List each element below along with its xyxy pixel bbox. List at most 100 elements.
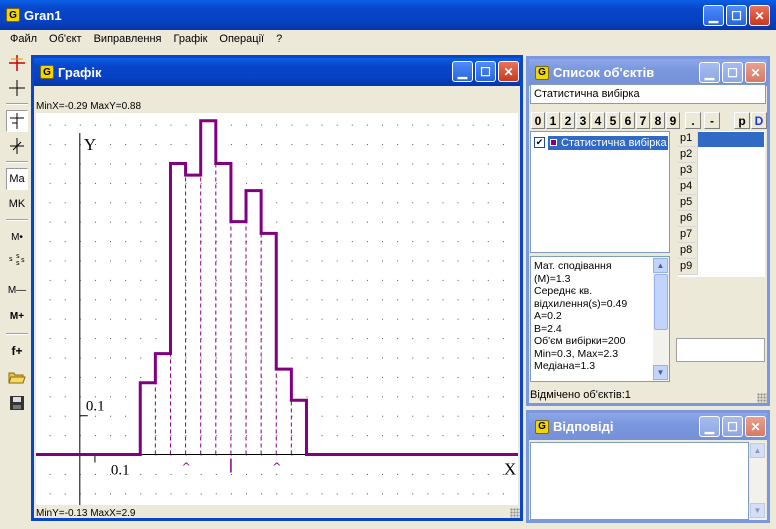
objects-close-button[interactable]: ✕	[745, 62, 766, 83]
answers-scroll-up-icon[interactable]: ▲	[750, 443, 765, 458]
vertical-cross-icon[interactable]	[6, 135, 28, 157]
grid-dot	[397, 493, 399, 495]
open-folder-icon[interactable]	[6, 366, 28, 388]
dot-button[interactable]: .	[685, 112, 701, 129]
digit-button-2[interactable]: 2	[561, 112, 575, 129]
menu-file[interactable]: Файл	[4, 31, 43, 48]
step-chart: Y X 0.1 0.1 ^ ^	[36, 119, 518, 505]
minus-button[interactable]: -	[704, 112, 720, 129]
grid-dot	[336, 221, 338, 223]
grid-dot	[427, 202, 429, 204]
answers-minimize-button[interactable]: ▁	[699, 416, 720, 437]
menu-graph[interactable]: Графік	[168, 31, 214, 48]
grid-dot	[382, 221, 384, 223]
grid-dot	[502, 396, 504, 398]
mean-icon[interactable]: Ma	[6, 168, 28, 190]
grid-dot	[125, 144, 127, 146]
grid-dot	[397, 473, 399, 475]
grid-dot	[472, 144, 474, 146]
d-button[interactable]: D	[751, 112, 767, 129]
param-item[interactable]: p6	[678, 211, 698, 227]
axes-add-icon[interactable]	[6, 52, 28, 74]
menu-operations[interactable]: Операції	[213, 31, 270, 48]
digit-button-1[interactable]: 1	[546, 112, 560, 129]
digit-button-5[interactable]: 5	[606, 112, 620, 129]
point-mean-icon[interactable]: M•	[6, 226, 28, 248]
param-item[interactable]: p7	[678, 227, 698, 243]
digit-button-3[interactable]: 3	[576, 112, 590, 129]
objects-maximize-button[interactable]: ☐	[722, 62, 743, 83]
median-icon[interactable]: MK	[6, 193, 28, 215]
param-item[interactable]: p4	[678, 179, 698, 195]
grid-dot	[351, 299, 353, 301]
param-item[interactable]: p8	[678, 243, 698, 259]
menu-edit[interactable]: Виправлення	[88, 31, 168, 48]
scroll-down-icon[interactable]: ▼	[653, 365, 668, 380]
list-item[interactable]: ✔ Статистична вибірка	[534, 135, 668, 150]
objects-resize-grip[interactable]	[757, 393, 767, 403]
grid-dot	[64, 202, 66, 204]
grid-dot	[140, 473, 142, 475]
crosshair-icon[interactable]	[6, 77, 28, 99]
param-value-selected[interactable]	[698, 132, 764, 147]
object-name-input[interactable]	[530, 84, 766, 104]
grid-dot	[215, 182, 217, 184]
menu-object[interactable]: Об'єкт	[43, 31, 88, 48]
answers-text[interactable]	[530, 442, 749, 520]
grid-dot	[140, 163, 142, 165]
objects-title: Список об'єктів	[553, 65, 655, 80]
graph-window: G Графік ▁ ☐ ✕ MinX=-0.29 MaxY=0.88 Y X 0.…	[31, 55, 523, 521]
digit-button-0[interactable]: 0	[531, 112, 545, 129]
grid-dot	[230, 435, 232, 437]
grid-dot	[125, 318, 127, 320]
grid-dot	[155, 124, 157, 126]
grid-dot	[382, 260, 384, 262]
grid-dot	[125, 124, 127, 126]
digit-button-4[interactable]: 4	[591, 112, 605, 129]
grid-dot	[321, 279, 323, 281]
answers-close-button[interactable]: ✕	[745, 416, 766, 437]
minus-mean-icon[interactable]: M—	[6, 279, 28, 301]
p-button[interactable]: p	[734, 112, 750, 129]
grid-dot	[487, 221, 489, 223]
grid-dot	[382, 241, 384, 243]
param-item[interactable]: p5	[678, 195, 698, 211]
minimize-button[interactable]: ▁	[703, 5, 724, 26]
maximize-button[interactable]: ☐	[726, 5, 747, 26]
close-button[interactable]: ✕	[749, 5, 770, 26]
scroll-thumb[interactable]	[654, 274, 668, 330]
digit-button-7[interactable]: 7	[636, 112, 650, 129]
digit-button-9[interactable]: 9	[666, 112, 680, 129]
graph-resize-grip[interactable]	[510, 508, 520, 518]
scatter-icon[interactable]: ssss	[6, 251, 28, 273]
answers-scroll-down-icon[interactable]: ▼	[750, 503, 765, 518]
param-item[interactable]: p1	[678, 131, 698, 147]
grid-dot	[487, 202, 489, 204]
graph-close-button[interactable]: ✕	[498, 61, 519, 82]
step-cursor-icon[interactable]	[6, 110, 28, 132]
grid-dot	[94, 221, 96, 223]
menu-help[interactable]: ?	[270, 31, 288, 48]
digit-button-8[interactable]: 8	[651, 112, 665, 129]
grid-dot	[442, 318, 444, 320]
grid-dot	[94, 260, 96, 262]
param-item[interactable]: p9	[678, 259, 698, 275]
grid-dot	[64, 241, 66, 243]
grid-dot	[336, 473, 338, 475]
grid-dot	[382, 396, 384, 398]
answers-maximize-button[interactable]: ☐	[722, 416, 743, 437]
add-function-icon[interactable]: f+	[6, 340, 28, 362]
plus-mean-icon[interactable]: M+	[6, 305, 28, 327]
save-disk-icon[interactable]	[6, 392, 28, 414]
param-item[interactable]: p3	[678, 163, 698, 179]
graph-minimize-button[interactable]: ▁	[452, 61, 473, 82]
param-edit-box[interactable]	[676, 338, 765, 362]
object-checkbox[interactable]: ✔	[534, 137, 545, 148]
plot-area[interactable]: Y X 0.1 0.1 ^ ^	[36, 113, 518, 505]
grid-dot	[200, 493, 202, 495]
objects-minimize-button[interactable]: ▁	[699, 62, 720, 83]
param-item[interactable]: p2	[678, 147, 698, 163]
scroll-up-icon[interactable]: ▲	[653, 258, 668, 273]
digit-button-6[interactable]: 6	[621, 112, 635, 129]
graph-maximize-button[interactable]: ☐	[475, 61, 496, 82]
